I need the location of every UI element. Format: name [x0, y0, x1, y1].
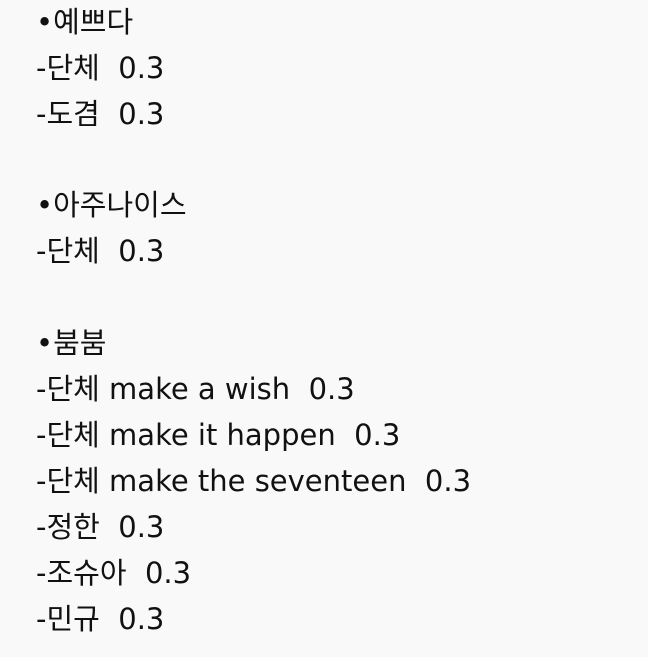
list-item: -민규 0.3	[36, 602, 165, 636]
list-item: -조슈아 0.3	[36, 556, 192, 590]
list-item: -단체 make it happen 0.3	[36, 418, 401, 452]
section-heading: •붐붐	[36, 326, 107, 360]
document-body: •예쁘다 -단체 0.3 -도겸 0.3 •아주나이스 -단체 0.3 •붐붐 …	[0, 0, 648, 657]
list-item: -도겸 0.3	[36, 97, 165, 131]
section-heading: •아주나이스	[36, 188, 187, 222]
section-heading: •예쁘다	[36, 5, 134, 39]
list-item: -단체 0.3	[36, 234, 165, 268]
list-item: -단체 0.3	[36, 51, 165, 85]
list-item: -단체 make a wish 0.3	[36, 372, 355, 406]
list-item: -단체 make the seventeen 0.3	[36, 464, 472, 498]
list-item: -정한 0.3	[36, 510, 165, 544]
